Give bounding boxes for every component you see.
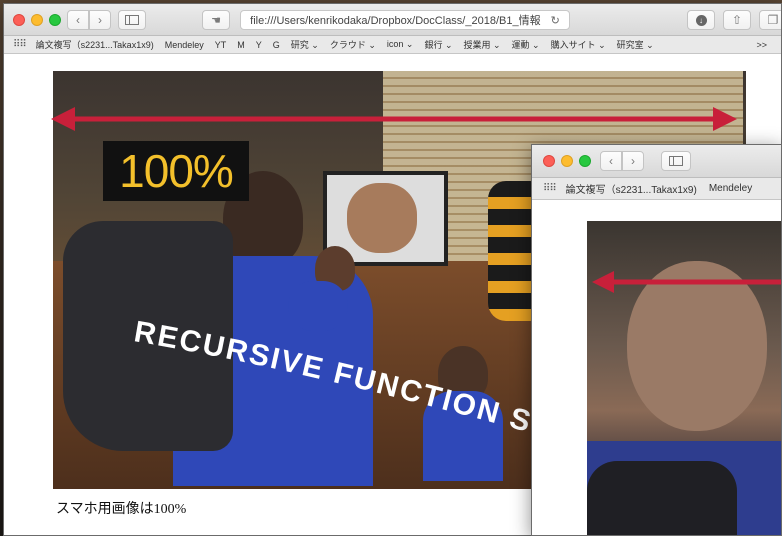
url-text: file:///Users/kenrikodaka/Dropbox/DocCla… xyxy=(250,15,541,27)
monitor-face xyxy=(347,183,417,253)
percent-label-box: 100% xyxy=(103,141,249,201)
extension-button[interactable]: ☚ xyxy=(202,10,230,30)
bookmark-item[interactable]: M xyxy=(237,40,245,50)
address-bar[interactable]: file:///Users/kenrikodaka/Dropbox/DocCla… xyxy=(240,10,570,30)
nested-back-button[interactable]: ‹ xyxy=(600,151,622,171)
chevron-right-icon: › xyxy=(98,13,102,27)
tabs-icon: ❐ xyxy=(767,13,779,27)
share-icon: ⇧ xyxy=(731,13,743,27)
bookmark-item[interactable]: 研究室 ⌄ xyxy=(617,38,654,51)
bookmark-item[interactable]: 授業用 ⌄ xyxy=(463,38,500,51)
tabs-button[interactable]: ❐ xyxy=(759,10,781,30)
nested-titlebar: ‹ › xyxy=(532,145,781,178)
sidebar-icon xyxy=(669,156,683,166)
bookmark-item[interactable]: 銀行 ⌄ xyxy=(424,38,452,51)
bookmark-item[interactable]: 運動 ⌄ xyxy=(512,38,540,51)
chevron-left-icon: ‹ xyxy=(609,154,613,168)
reload-icon[interactable]: ↻ xyxy=(551,14,560,27)
nested-bookmarks-bar: ⠿⠿ 論文複写（s2231...Takax1x9) Mendeley xyxy=(532,178,781,200)
width-arrow xyxy=(51,107,737,131)
grid-icon[interactable]: ⠿⠿ xyxy=(13,39,27,50)
bookmark-item[interactable]: YT xyxy=(215,40,227,50)
bookmark-item[interactable]: 研究 ⌄ xyxy=(291,38,319,51)
bookmark-item[interactable]: G xyxy=(273,40,280,50)
bookmark-item[interactable]: 論文複写（s2231...Takax1x9) xyxy=(36,38,154,51)
bookmark-item[interactable]: 購入サイト ⌄ xyxy=(551,38,606,51)
nested-zoom-button[interactable] xyxy=(579,155,591,167)
grid-icon[interactable]: ⠿⠿ xyxy=(543,183,557,194)
nested-close-button[interactable] xyxy=(543,155,555,167)
close-button[interactable] xyxy=(13,14,25,26)
zoomed-headset xyxy=(587,461,737,535)
bookmark-item[interactable]: Mendeley xyxy=(165,40,204,50)
sidebar-icon xyxy=(125,15,139,25)
bookmarks-bar: ⠿⠿ 論文複写（s2231...Takax1x9) Mendeley YT M … xyxy=(4,36,781,54)
back-button[interactable]: ‹ xyxy=(67,10,89,30)
download-icon: ↓ xyxy=(695,14,707,26)
percent-label: 100% xyxy=(119,145,234,197)
bookmark-item[interactable]: Mendeley xyxy=(709,183,752,194)
nested-browser-window: ‹ › ⠿⠿ 論文複写（s2231...Takax1x9) Mendeley xyxy=(531,144,782,536)
nested-page-content xyxy=(532,201,781,535)
chevron-left-icon: ‹ xyxy=(76,13,80,27)
bookmark-item[interactable]: 論文複写（s2231...Takax1x9) xyxy=(566,181,697,196)
sidebar-button[interactable] xyxy=(118,10,146,30)
nested-forward-button[interactable]: › xyxy=(622,151,644,171)
share-button[interactable]: ⇧ xyxy=(723,10,751,30)
zoom-button[interactable] xyxy=(49,14,61,26)
minimize-button[interactable] xyxy=(31,14,43,26)
bookmark-item[interactable]: icon ⌄ xyxy=(387,39,414,50)
bookmark-item[interactable]: クラウド ⌄ xyxy=(330,38,376,51)
bookmark-item[interactable]: Y xyxy=(256,40,262,50)
nested-minimize-button[interactable] xyxy=(561,155,573,167)
nested-width-arrow xyxy=(592,271,781,293)
nested-sidebar-button[interactable] xyxy=(661,151,691,171)
download-button[interactable]: ↓ xyxy=(687,10,715,30)
titlebar: ‹ › ☚ file:///Users/kenrikodaka/Dropbox/… xyxy=(4,4,781,36)
bookmarks-overflow[interactable]: >> xyxy=(756,40,767,50)
chevron-right-icon: › xyxy=(631,154,635,168)
hand-icon: ☚ xyxy=(211,14,221,27)
caption-text: スマホ用画像は100% xyxy=(56,502,187,517)
forward-button[interactable]: › xyxy=(89,10,111,30)
